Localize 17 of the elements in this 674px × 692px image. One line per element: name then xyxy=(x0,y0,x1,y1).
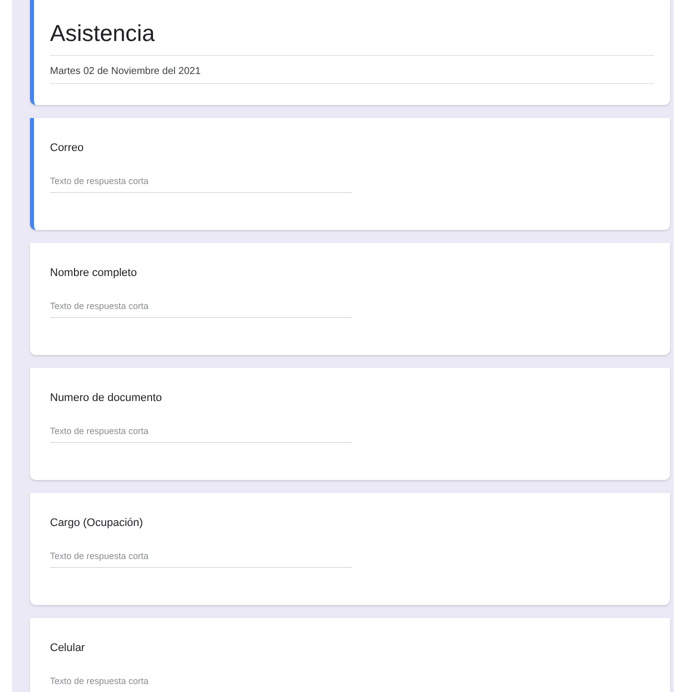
question-label: Cargo (Ocupación) xyxy=(50,517,143,529)
question-card[interactable]: Nombre completo Texto de respuesta corta xyxy=(30,243,670,355)
short-answer-field[interactable]: Texto de respuesta corta xyxy=(50,547,352,568)
question-label: Correo xyxy=(50,142,84,154)
question-label: Numero de documento xyxy=(50,392,162,404)
form-description: Martes 02 de Noviembre del 2021 xyxy=(50,56,654,84)
short-answer-field[interactable]: Texto de respuesta corta xyxy=(50,297,352,318)
question-card[interactable]: Cargo (Ocupación) Texto de respuesta corta xyxy=(30,493,670,605)
question-card[interactable]: Correo Texto de respuesta corta xyxy=(30,118,670,230)
question-card[interactable]: Celular Texto de respuesta corta xyxy=(30,618,670,692)
question-label: Nombre completo xyxy=(50,267,137,279)
question-card[interactable]: Numero de documento Texto de respuesta corta xyxy=(30,368,670,480)
short-answer-field[interactable]: Texto de respuesta corta xyxy=(50,672,352,692)
short-answer-field[interactable]: Texto de respuesta corta xyxy=(50,422,352,443)
form-title: Asistencia xyxy=(50,20,654,56)
question-label: Celular xyxy=(50,642,85,654)
short-answer-field[interactable]: Texto de respuesta corta xyxy=(50,172,352,193)
